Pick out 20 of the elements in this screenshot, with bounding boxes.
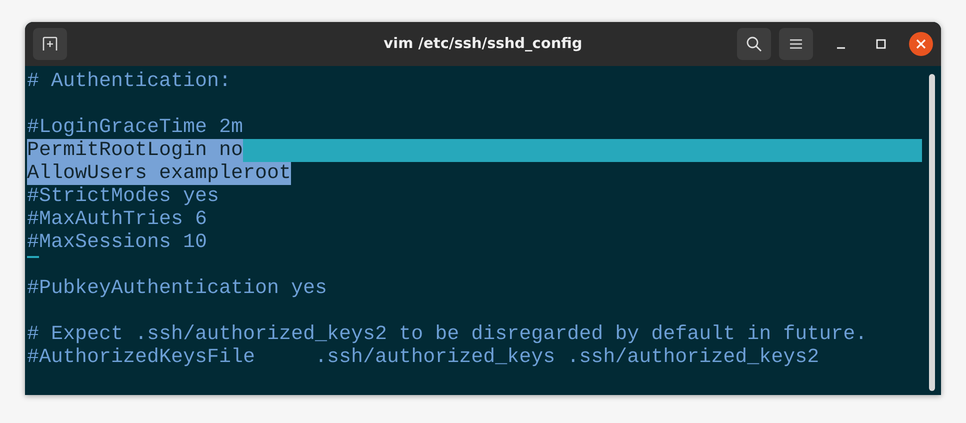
code-line: # Authentication: — [27, 70, 232, 93]
menu-button[interactable] — [779, 28, 813, 60]
code-line: #AuthorizedKeysFile .ssh/authorized_keys .ssh/authorized_keys2 — [27, 346, 820, 369]
minimize-icon — [837, 47, 845, 49]
code-line: #MaxAuthTries 6 — [27, 208, 208, 231]
window-title: vim /etc/ssh/sshd_config — [384, 36, 582, 52]
text-cursor — [27, 256, 39, 258]
code-line: # Expect .ssh/authorized_keys2 to be disregarded by default in future. — [27, 323, 868, 346]
search-icon — [746, 36, 762, 52]
code-line: #MaxSessions 10 — [27, 231, 208, 254]
maximize-icon — [876, 39, 886, 49]
code-line: #LoginGraceTime 2m — [27, 116, 244, 139]
search-button[interactable] — [737, 28, 771, 60]
new-tab-button[interactable] — [33, 28, 67, 60]
code-line: #PubkeyAuthentication yes — [27, 277, 328, 300]
menu-icon — [790, 39, 802, 49]
close-icon — [916, 39, 926, 49]
new-tab-icon — [42, 36, 58, 52]
close-button[interactable] — [909, 32, 933, 56]
code-line: #StrictModes yes — [27, 185, 220, 208]
